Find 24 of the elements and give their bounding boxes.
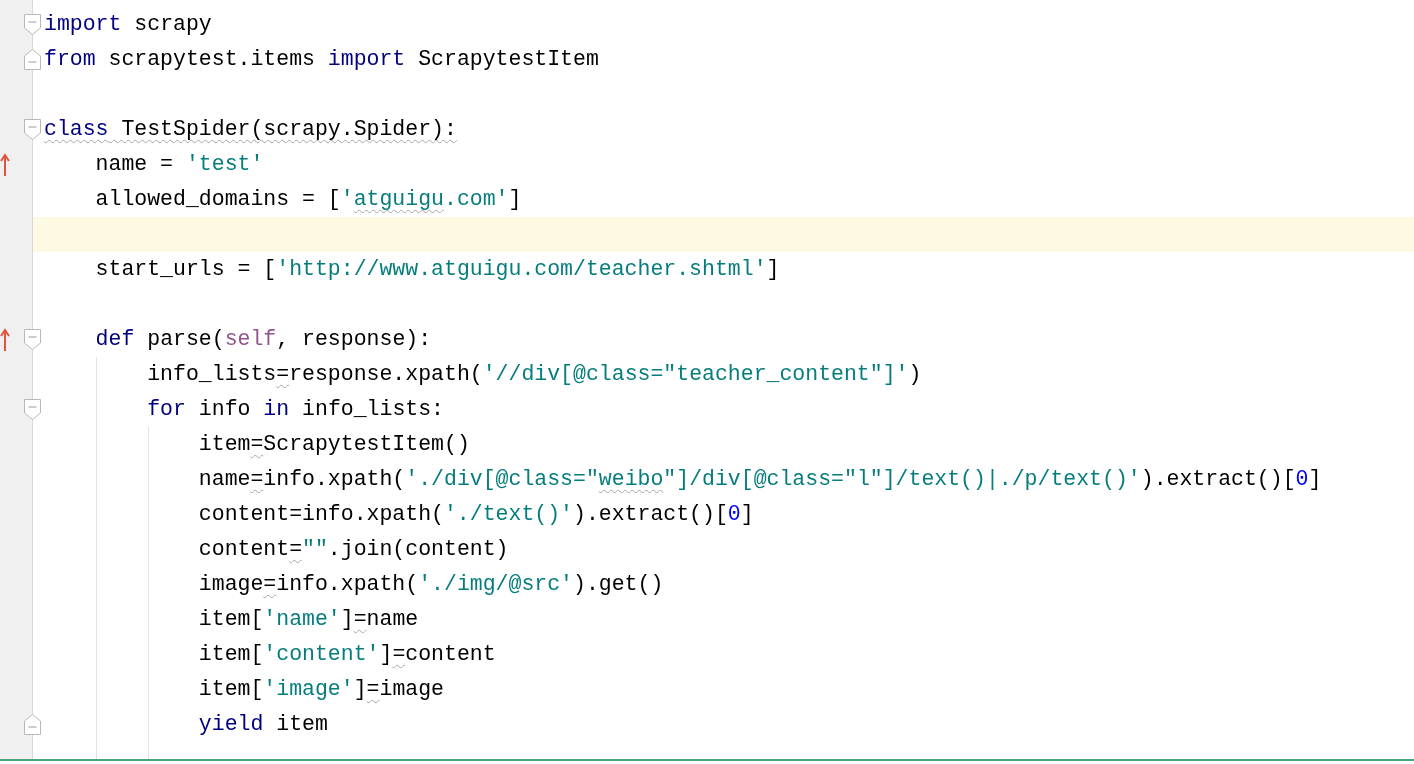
- fold-collapse-icon[interactable]: [24, 399, 41, 420]
- code-line: start_urls = ['http://www.atguigu.com/teacher.shtml']: [94, 256, 780, 283]
- code-line: info_lists=response.xpath('//div[@class="teacher_content"]'): [146, 361, 922, 388]
- code-line: class TestSpider(scrapy.Spider):: [44, 116, 457, 143]
- code-line: import scrapy: [44, 11, 212, 38]
- fold-collapse-icon[interactable]: [24, 14, 41, 35]
- code-line: allowed_domains = ['atguigu.com']: [94, 186, 522, 213]
- up-arrow-icon[interactable]: [0, 153, 10, 177]
- fold-collapse-icon[interactable]: [24, 119, 41, 140]
- code-line: image=info.xpath('./img/@src').get(): [197, 571, 664, 598]
- code-line: item['name']=name: [197, 606, 419, 633]
- code-line: for info in info_lists:: [146, 396, 444, 423]
- code-line: name = 'test': [94, 151, 264, 178]
- fold-collapse-icon[interactable]: [24, 329, 41, 350]
- code-line: item['content']=content: [197, 641, 496, 668]
- code-line: yield item: [197, 711, 328, 738]
- code-line: name=info.xpath('./div[@class="weibo"]/div[@class="l"]/text()|./p/text()').extract()[0]: [197, 466, 1322, 493]
- up-arrow-icon[interactable]: [0, 328, 10, 352]
- code-line: item['image']=image: [197, 676, 444, 703]
- code-line: content=info.xpath('./text()').extract()[0]: [197, 501, 754, 528]
- code-line: content="".join(content): [197, 536, 509, 563]
- code-line: def parse(self, response):: [94, 326, 432, 353]
- code-line: from scrapytest.items import ScrapytestItem: [44, 46, 599, 73]
- code-line: item=ScrapytestItem(): [197, 431, 470, 458]
